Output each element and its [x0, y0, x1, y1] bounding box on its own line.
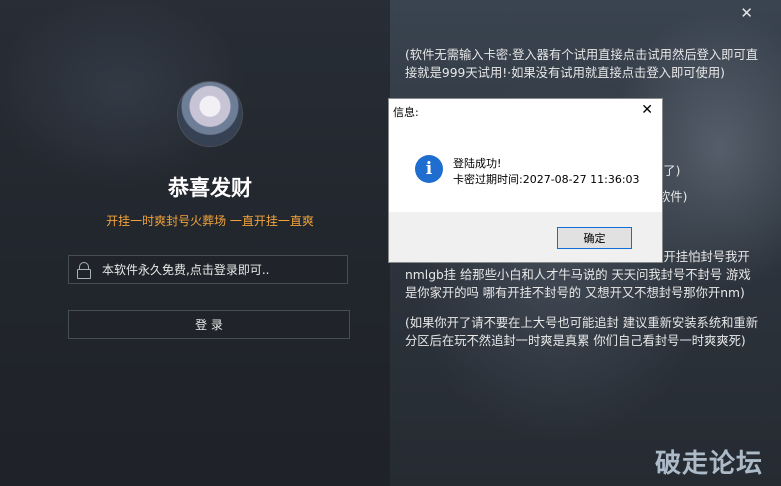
dialog-body: i 登陆成功! 卡密过期时间:2027-08-27 11:36:03 — [389, 123, 662, 212]
dialog-title: 信息: — [393, 106, 419, 119]
dialog-close-button[interactable]: ✕ — [641, 102, 653, 118]
ok-button[interactable]: 确定 — [557, 227, 632, 249]
message-dialog: 信息: ✕ i 登陆成功! 卡密过期时间:2027-08-27 11:36:03… — [388, 98, 663, 263]
info-icon: i — [415, 155, 443, 183]
login-button[interactable]: 登 录 — [68, 310, 350, 339]
lock-icon — [76, 261, 92, 279]
dialog-message-line1: 登陆成功! — [453, 157, 502, 170]
app-title: 恭喜发财 — [168, 176, 252, 200]
card-key-input[interactable] — [102, 262, 347, 277]
notice-paragraph-6: (如果你开了请不要在上大号也可能追封 建议重新安装系统和重新分区后在玩不然追封一… — [405, 316, 759, 348]
app-subtitle: 开挂一时爽封号火葬场 一直开挂一直爽 — [106, 214, 314, 228]
dialog-message-line2: 卡密过期时间:2027-08-27 11:36:03 — [453, 173, 640, 186]
forum-watermark: 破走论坛 — [654, 449, 763, 479]
avatar — [178, 82, 242, 146]
notice-paragraph-1: (软件无需输入卡密·登入器有个试用直接点击试用然后登入即可直接就是999天试用!… — [405, 48, 759, 80]
dialog-titlebar: 信息: ✕ — [389, 99, 662, 123]
card-key-field[interactable] — [68, 255, 348, 284]
login-panel — [0, 0, 390, 486]
window-close-button[interactable]: ✕ — [740, 4, 753, 22]
